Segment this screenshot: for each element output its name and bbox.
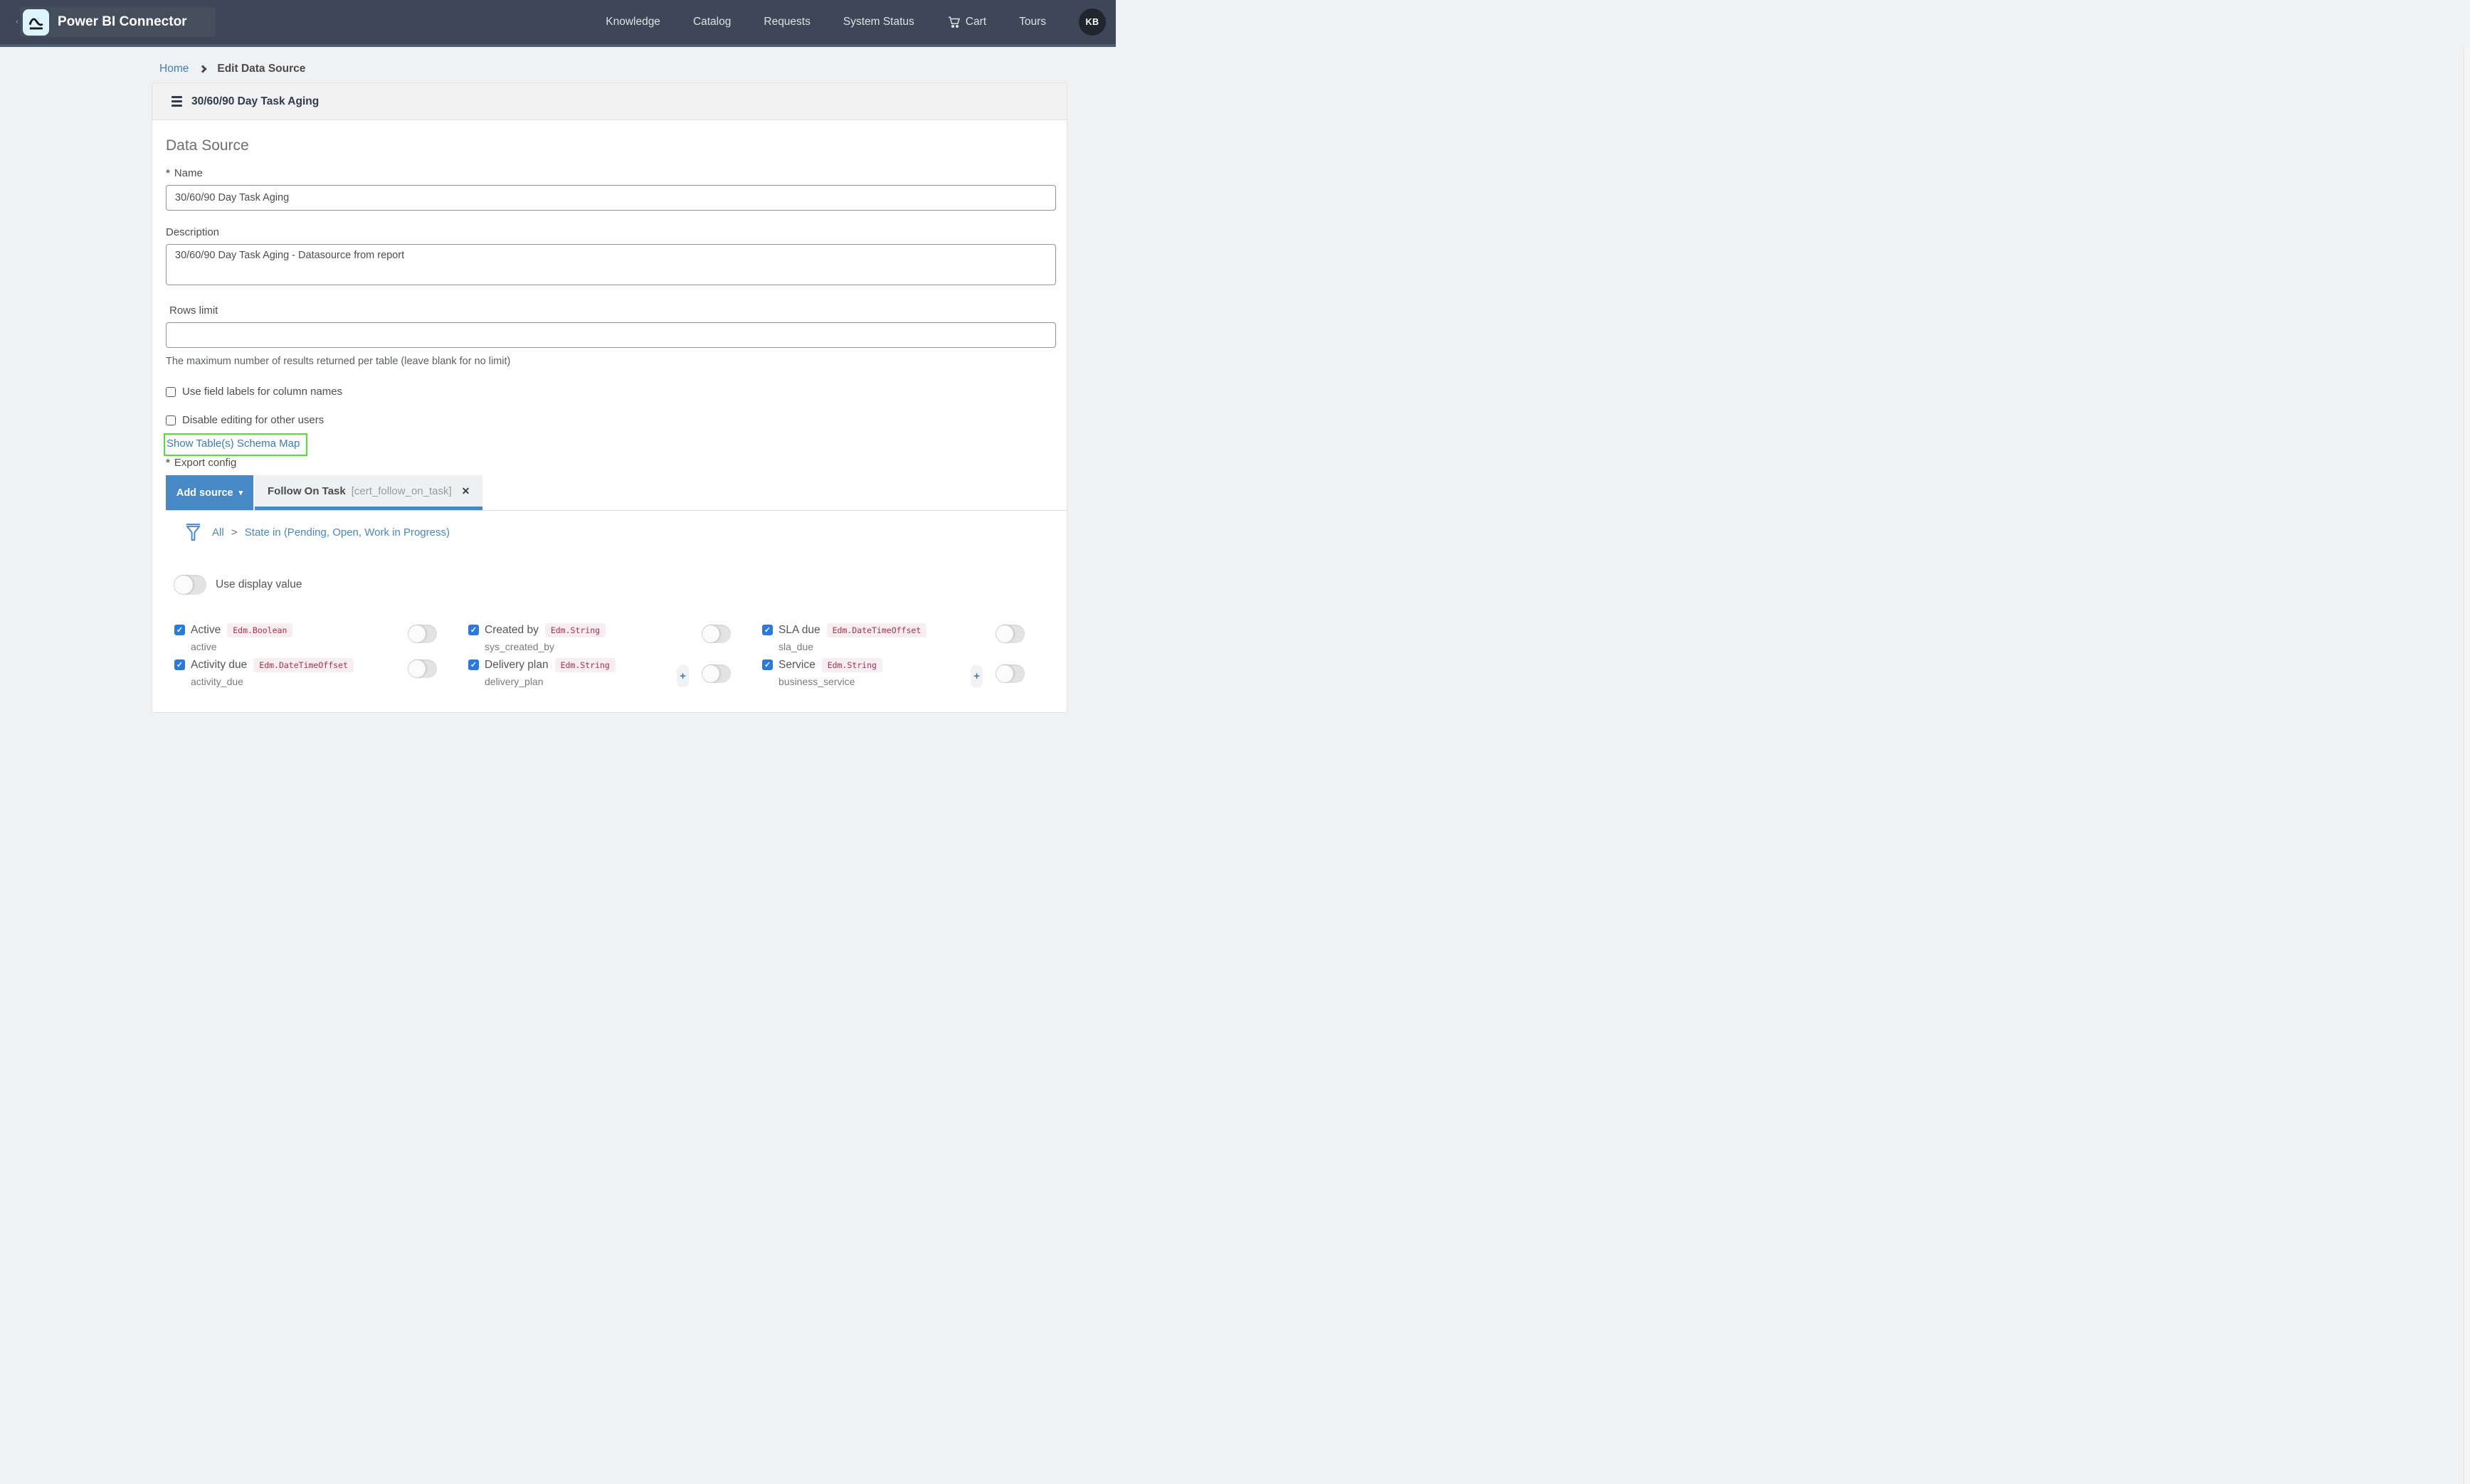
- disable-editing-checkbox[interactable]: [166, 415, 176, 425]
- field-toggle-created-by[interactable]: [702, 625, 731, 643]
- use-field-labels-checkbox-row[interactable]: Use field labels for column names: [166, 386, 1056, 398]
- rows-limit-help: The maximum number of results returned p…: [166, 356, 1056, 367]
- field-checkbox-activity-due[interactable]: ✓: [174, 659, 185, 670]
- show-schema-map-link[interactable]: Show Table(s) Schema Map: [167, 438, 300, 450]
- record-title: 30/60/90 Day Task Aging: [191, 95, 319, 108]
- field-cell-service: ✓ Service Edm.String business_service +: [762, 658, 1056, 691]
- top-navbar: ‹ Power BI Connector Knowledge Catalog R…: [0, 0, 1116, 47]
- field-checkbox-sla-due[interactable]: ✓: [762, 625, 773, 635]
- cart-icon: [947, 16, 961, 28]
- required-asterisk: *: [166, 167, 170, 179]
- rows-limit-label: Rows limit: [169, 304, 1056, 317]
- type-badge: Edm.DateTimeOffset: [253, 658, 354, 672]
- add-source-button[interactable]: Add source ▾: [166, 475, 253, 510]
- nav-cart[interactable]: Cart: [947, 16, 986, 28]
- type-badge: Edm.String: [555, 658, 616, 672]
- user-avatar[interactable]: KB: [1079, 9, 1106, 36]
- description-input[interactable]: 30/60/90 Day Task Aging - Datasource fro…: [166, 244, 1056, 285]
- field-cell-delivery-plan: ✓ Delivery plan Edm.String delivery_plan…: [468, 658, 762, 691]
- filter-separator: >: [231, 526, 238, 539]
- filter-funnel-icon: [186, 523, 201, 542]
- field-cell-activity-due: ✓ Activity due Edm.DateTimeOffset activi…: [174, 658, 468, 691]
- field-toggle-activity-due[interactable]: [408, 659, 437, 678]
- power-bi-connector-logo-icon: [23, 9, 49, 36]
- type-badge: Edm.String: [822, 658, 882, 672]
- use-display-value-row: Use display value: [174, 575, 1056, 595]
- field-toggle-service[interactable]: [996, 664, 1025, 683]
- type-badge: Edm.String: [545, 623, 606, 637]
- field-checkbox-service[interactable]: ✓: [762, 659, 773, 670]
- nav-knowledge[interactable]: Knowledge: [606, 16, 660, 28]
- card-header: 30/60/90 Day Task Aging: [152, 83, 1067, 120]
- field-cell-sla-due: ✓ SLA due Edm.DateTimeOffset sla_due: [762, 623, 1056, 656]
- tab-close-icon[interactable]: ✕: [462, 485, 470, 497]
- nav-requests[interactable]: Requests: [764, 16, 810, 28]
- export-config-label: * Export config: [166, 457, 1056, 469]
- nav-catalog[interactable]: Catalog: [693, 16, 731, 28]
- field-toggle-active[interactable]: [408, 625, 437, 643]
- data-source-card: 30/60/90 Day Task Aging Data Source * Na…: [152, 83, 1067, 713]
- description-label: Description: [166, 226, 1056, 238]
- app-title: Power BI Connector: [58, 14, 187, 30]
- type-badge: Edm.DateTimeOffset: [827, 623, 927, 637]
- schema-map-highlight-box: Show Table(s) Schema Map: [164, 433, 307, 456]
- breadcrumb-home-link[interactable]: Home: [159, 63, 189, 75]
- name-input[interactable]: [166, 185, 1056, 211]
- nav-tours[interactable]: Tours: [1019, 16, 1046, 28]
- disable-editing-checkbox-row[interactable]: Disable editing for other users: [166, 414, 1056, 426]
- name-label: * Name: [166, 167, 1056, 179]
- field-checkbox-delivery-plan[interactable]: ✓: [468, 659, 479, 670]
- section-title: Data Source: [166, 137, 1056, 154]
- field-toggle-sla-due[interactable]: [996, 625, 1025, 643]
- tab-follow-on-task[interactable]: Follow On Task [cert_follow_on_task] ✕: [255, 475, 482, 510]
- source-tabbar: Add source ▾ Follow On Task [cert_follow…: [166, 475, 1067, 511]
- field-cell-created-by: ✓ Created by Edm.String sys_created_by: [468, 623, 762, 656]
- field-checkbox-created-by[interactable]: ✓: [468, 625, 479, 635]
- breadcrumb-current: Edit Data Source: [217, 63, 305, 75]
- use-field-labels-checkbox[interactable]: [166, 387, 176, 397]
- type-badge: Edm.Boolean: [227, 623, 292, 637]
- field-cell-active: ✓ Active Edm.Boolean active: [174, 623, 468, 656]
- context-menu-icon[interactable]: [171, 96, 182, 107]
- breadcrumb: Home Edit Data Source: [0, 47, 1116, 75]
- breadcrumb-chevron-icon: [199, 65, 207, 73]
- use-display-value-toggle[interactable]: [174, 575, 206, 595]
- filter-row: All > State in (Pending, Open, Work in P…: [186, 523, 1056, 542]
- add-dot-walk-button[interactable]: +: [677, 665, 689, 687]
- field-checkbox-active[interactable]: ✓: [174, 625, 185, 635]
- filter-all-link[interactable]: All: [212, 526, 224, 539]
- brand[interactable]: Power BI Connector: [20, 7, 216, 37]
- add-dot-walk-button[interactable]: +: [971, 665, 983, 687]
- field-toggle-delivery-plan[interactable]: [702, 664, 731, 683]
- nav-system-status[interactable]: System Status: [843, 16, 914, 28]
- caret-down-icon: ▾: [239, 488, 243, 497]
- page-scrollbar[interactable]: [2464, 47, 2470, 1484]
- filter-condition-link[interactable]: State in (Pending, Open, Work in Progres…: [245, 526, 450, 539]
- rows-limit-input[interactable]: [166, 322, 1056, 348]
- export-fields-grid: ✓ Active Edm.Boolean active ✓ Created by: [174, 623, 1056, 691]
